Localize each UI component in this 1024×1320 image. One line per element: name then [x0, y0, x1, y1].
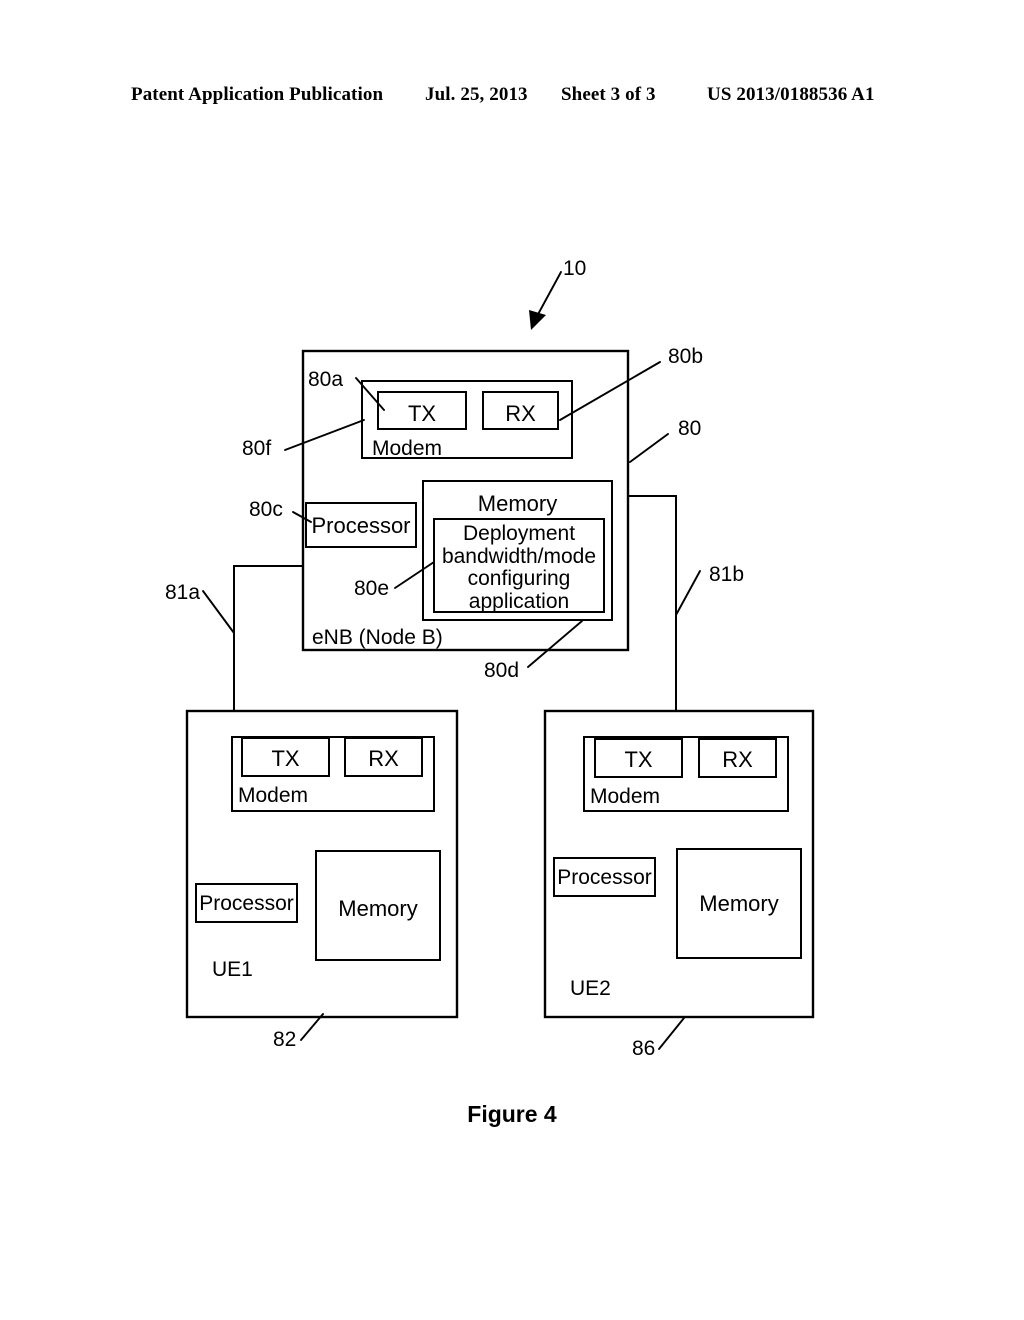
ref-80b: 80b — [668, 345, 704, 368]
enb-application-label: Deployment bandwidth/mode configuring ap… — [434, 522, 604, 614]
ue1-label: UE1 — [212, 958, 253, 981]
figure-caption: Figure 4 — [467, 1101, 557, 1127]
leader-81a — [202, 590, 235, 634]
ue1-memory-label: Memory — [338, 896, 418, 921]
leader-80 — [629, 433, 669, 463]
leader-81b — [675, 570, 701, 616]
enb-tx-label: TX — [407, 401, 437, 426]
system-ref-arrow — [529, 271, 562, 330]
ue2-memory-label: Memory — [699, 891, 779, 916]
ref-82: 82 — [273, 1028, 297, 1051]
ue1-tx-label: TX — [271, 746, 300, 771]
application-line-1: Deployment — [462, 522, 576, 545]
enb-modem-label: Modem — [372, 437, 443, 460]
ref-80f: 80f — [242, 437, 272, 460]
ref-81b: 81b — [709, 563, 745, 586]
leader-86 — [658, 1017, 685, 1050]
ref-80c: 80c — [249, 498, 283, 521]
ref-80d: 80d — [484, 659, 520, 682]
patent-figure-page: Patent Application Publication Jul. 25, … — [0, 0, 1024, 1320]
ref-80e: 80e — [354, 577, 390, 600]
ue2-rx-label: RX — [722, 747, 753, 772]
ref-86: 86 — [632, 1037, 656, 1060]
ref-81a: 81a — [165, 581, 201, 604]
leader-80d — [527, 620, 583, 668]
ref-system-10: 10 — [563, 257, 587, 280]
ref-80a: 80a — [308, 368, 344, 391]
ue1-rx-label: RX — [368, 746, 399, 771]
application-line-4: application — [468, 590, 570, 614]
link-81a-line — [233, 565, 304, 712]
enb-processor-label: Processor — [311, 513, 411, 538]
ue2-processor-label: Processor — [557, 866, 652, 889]
enb-memory-label: Memory — [477, 491, 558, 516]
leader-80e — [394, 561, 435, 589]
ref-80: 80 — [678, 417, 702, 440]
enb-rx-label: RX — [505, 401, 536, 426]
leader-80b — [559, 361, 661, 421]
leader-80f — [284, 419, 365, 451]
application-line-3: configuring — [467, 567, 571, 591]
ue1-modem-label: Modem — [238, 784, 309, 807]
ue2-modem-label: Modem — [590, 785, 661, 808]
enb-label: eNB (Node B) — [312, 626, 443, 649]
ue2-tx-label: TX — [624, 747, 653, 772]
application-line-2: bandwidth/mode — [441, 544, 597, 568]
ue2-label: UE2 — [570, 977, 611, 1000]
ue1-processor-label: Processor — [199, 892, 294, 915]
link-81b-line — [627, 495, 677, 712]
